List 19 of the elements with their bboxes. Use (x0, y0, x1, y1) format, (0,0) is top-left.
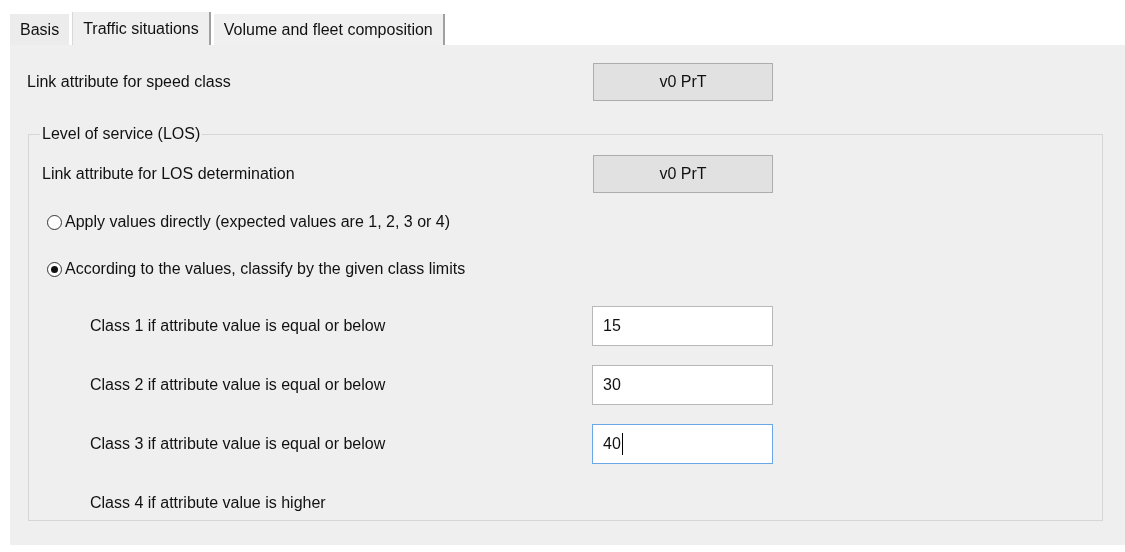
radio-label[interactable]: Apply values directly (expected values are 1, 2, 3 or 4) (65, 213, 451, 231)
radio-label[interactable]: According to the values, classify by the given class limits (65, 260, 466, 278)
attribute-button[interactable]: v0 PrT (593, 63, 773, 101)
radio-button[interactable] (47, 214, 62, 230)
input-field[interactable]: 40 (592, 424, 773, 464)
tab[interactable]: Traffic situations (72, 12, 211, 45)
field-label: Class 2 if attribute value is equal or below (90, 376, 387, 394)
field-label: Link attribute for speed class (27, 73, 232, 91)
input-field[interactable]: 30 (592, 365, 773, 405)
group-title: Level of service (LOS) (41, 125, 202, 143)
radio-button[interactable] (47, 261, 62, 277)
tab[interactable]: Volume and fleet composition (213, 14, 445, 45)
field-label: Class 4 if attribute value is higher (90, 494, 326, 512)
field-label: Class 1 if attribute value is equal or below (90, 317, 387, 335)
tab[interactable]: Basis (10, 14, 70, 45)
input-field[interactable]: 15 (592, 306, 773, 346)
attribute-button[interactable]: v0 PrT (593, 155, 773, 193)
field-label: Class 3 if attribute value is equal or below (90, 435, 387, 453)
field-label: Link attribute for LOS determination (42, 165, 296, 183)
